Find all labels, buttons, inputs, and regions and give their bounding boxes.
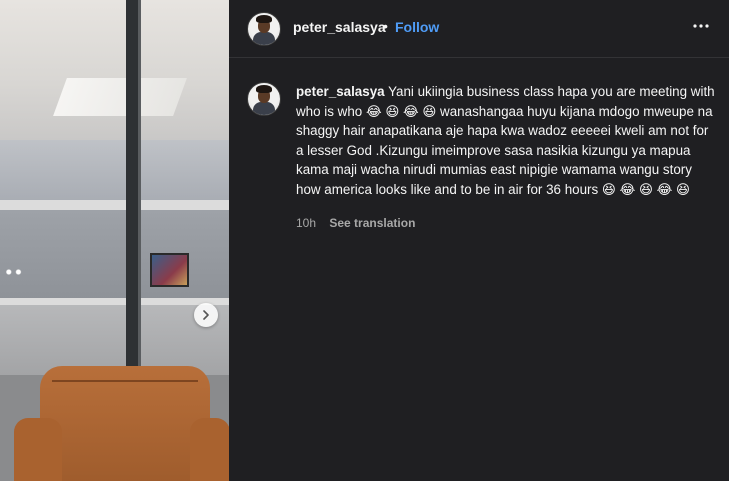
photo-lights [4, 268, 28, 276]
avatar-body [253, 102, 275, 115]
post-header: peter_salasya • Follow [229, 0, 729, 56]
next-photo-button[interactable] [194, 303, 218, 327]
separator-dot: • [383, 18, 388, 34]
avatar-hair [256, 85, 272, 93]
avatar-body [253, 32, 275, 45]
photo-ceiling [0, 0, 229, 140]
photo-wall-art [150, 253, 189, 287]
photo-chair-arm [14, 418, 62, 481]
caption-avatar[interactable] [247, 82, 281, 116]
caption-meta: 10h See translation [296, 216, 415, 230]
instagram-post-view: peter_salasya • Follow peter_salasya Yan… [0, 0, 736, 481]
header-divider [229, 57, 729, 58]
caption-text: peter_salasya Yani ukiingia business cla… [296, 82, 716, 199]
avatar[interactable] [247, 12, 281, 46]
photo-skylight [53, 78, 187, 116]
chevron-right-icon [203, 310, 209, 320]
photo-window-frame [126, 0, 138, 380]
page-scrollbar[interactable] [729, 0, 736, 481]
photo-band [0, 200, 229, 210]
photo-chair-seam [52, 380, 198, 382]
post-photo [0, 0, 229, 481]
photo-wall-mid [0, 210, 229, 300]
header-username-link[interactable]: peter_salasya [293, 19, 386, 35]
more-options-icon [693, 24, 709, 28]
photo-window-frame [138, 0, 141, 380]
photo-wall [0, 140, 229, 200]
see-translation-button[interactable]: See translation [329, 216, 415, 230]
avatar-hair [256, 15, 272, 23]
more-options-button[interactable] [691, 16, 711, 36]
post-timestamp[interactable]: 10h [296, 216, 316, 230]
caption-body: Yani ukiingia business class hapa you ar… [296, 84, 719, 197]
follow-button[interactable]: Follow [395, 19, 439, 35]
photo-chair [40, 366, 210, 481]
photo-chair-arm [190, 418, 229, 481]
caption-username-link[interactable]: peter_salasya [296, 84, 385, 99]
post-details-panel: peter_salasya • Follow peter_salasya Yan… [229, 0, 729, 481]
